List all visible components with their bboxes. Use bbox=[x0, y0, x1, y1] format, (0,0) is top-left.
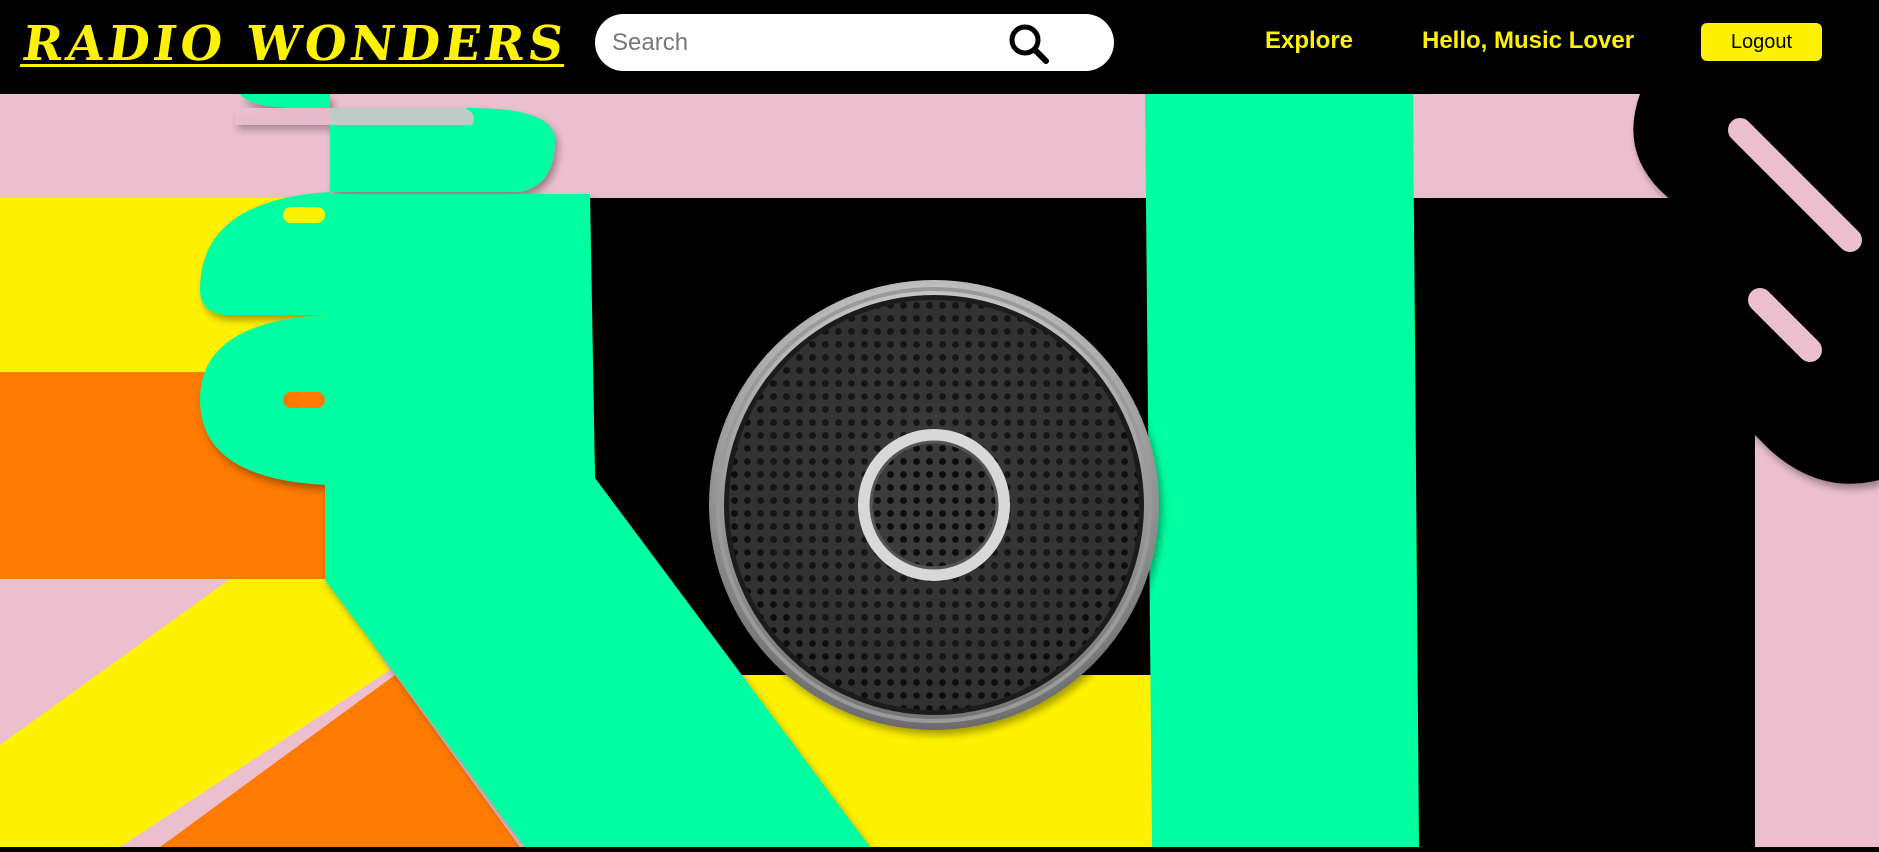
search-box bbox=[595, 14, 1114, 71]
brand-logo[interactable]: RADIO WONDERS bbox=[19, 16, 571, 72]
green-bar bbox=[1145, 94, 1419, 847]
hero-illustration bbox=[0, 94, 1879, 847]
nav-greeting-link[interactable]: Hello, Music Lover bbox=[1422, 27, 1634, 55]
search-icon[interactable] bbox=[1007, 22, 1051, 66]
nav-explore-link[interactable]: Explore bbox=[1265, 27, 1353, 55]
hero-banner bbox=[0, 94, 1879, 847]
top-navbar: RADIO WONDERS Explore Hello, Music Lover… bbox=[0, 0, 1879, 94]
speaker-grille bbox=[709, 280, 1159, 730]
search-input[interactable] bbox=[610, 24, 1014, 62]
logout-button[interactable]: Logout bbox=[1701, 23, 1822, 61]
